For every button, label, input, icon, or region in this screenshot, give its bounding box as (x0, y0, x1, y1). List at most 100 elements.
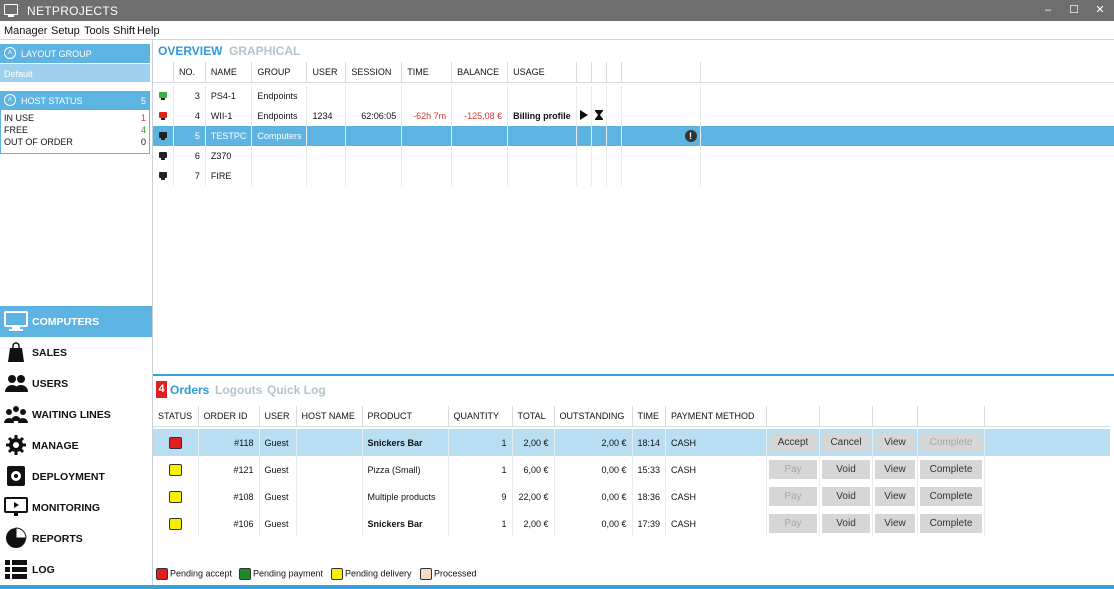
menu-manager[interactable]: Manager (4, 25, 47, 37)
col-extra[interactable] (621, 62, 701, 83)
nav-users[interactable]: USERS (0, 368, 152, 399)
host-balance (451, 86, 509, 106)
layout-group-header[interactable]: ˄ LAYOUT GROUP (0, 44, 150, 63)
col-extra[interactable] (576, 62, 592, 83)
order-payment-method: CASH (665, 483, 768, 510)
pay-button[interactable]: Pay (769, 487, 818, 506)
host-row[interactable]: 3 PS4-1 Endpoints (153, 86, 1114, 106)
pay-button[interactable]: Pay (769, 514, 818, 533)
col-balance[interactable]: BALANCE (451, 62, 509, 83)
order-row[interactable]: #106 Guest Snickers Bar 1 2,00 € 0,00 € … (153, 510, 1110, 537)
menu-shift[interactable]: Shift (113, 25, 135, 37)
col-extra[interactable] (591, 62, 607, 83)
layout-group-default[interactable]: Default (0, 64, 150, 82)
deployment-icon (7, 466, 25, 486)
nav-reports[interactable]: REPORTS (0, 523, 152, 554)
col-usage[interactable]: USAGE (507, 62, 577, 83)
window-title: NETPROJECTS (27, 4, 119, 18)
col-payment-method[interactable]: PAYMENT METHOD (665, 406, 768, 427)
view-button[interactable]: View (875, 487, 916, 506)
nav-waiting-lines[interactable]: WAITING LINES (0, 399, 152, 430)
complete-button[interactable]: Complete (920, 433, 983, 452)
col-no[interactable]: NO. (173, 62, 206, 83)
order-product: Snickers Bar (362, 510, 449, 537)
col-extra[interactable] (606, 62, 622, 83)
nav-monitoring[interactable]: MONITORING (0, 492, 152, 523)
nav-manage[interactable]: MANAGE (0, 430, 152, 461)
status-row-out-of-order[interactable]: OUT OF ORDER 0 (4, 137, 147, 147)
order-row[interactable]: #108 Guest Multiple products 9 22,00 € 0… (153, 483, 1110, 510)
col-total[interactable]: TOTAL (512, 406, 555, 427)
close-button[interactable]: ✕ (1090, 2, 1110, 18)
host-user (306, 126, 347, 146)
order-total: 2,00 € (512, 510, 555, 537)
sidebar: ˄ LAYOUT GROUP Default ˄ HOST STATUS 5 I… (0, 40, 153, 589)
play-icon[interactable] (579, 110, 589, 120)
minimize-button[interactable]: – (1038, 2, 1058, 18)
maximize-button[interactable]: ☐ (1064, 2, 1084, 18)
tab-overview[interactable]: OVERVIEW (158, 44, 222, 58)
complete-button[interactable]: Complete (920, 514, 983, 533)
host-user (306, 86, 347, 106)
order-row[interactable]: #121 Guest Pizza (Small) 1 6,00 € 0,00 €… (153, 456, 1110, 483)
hourglass-icon[interactable] (594, 110, 604, 120)
nav-sales[interactable]: SALES (0, 337, 152, 368)
view-button[interactable]: View (875, 460, 916, 479)
complete-button[interactable]: Complete (920, 460, 983, 479)
order-row[interactable]: #118 Guest Snickers Bar 1 2,00 € 2,00 € … (153, 429, 1110, 456)
menu-bar: Manager Setup Tools Shift Help (0, 21, 1114, 40)
tab-orders[interactable]: Orders (170, 383, 209, 397)
host-no: 4 (173, 106, 206, 126)
col-user[interactable]: USER (306, 62, 347, 83)
col-user[interactable]: USER (259, 406, 297, 427)
nav-deployment[interactable]: DEPLOYMENT (0, 461, 152, 492)
order-outstanding: 0,00 € (554, 510, 633, 537)
col-name[interactable]: NAME (205, 62, 253, 83)
col-quantity[interactable]: QUANTITY (448, 406, 513, 427)
status-row-free[interactable]: FREE 4 (4, 125, 147, 135)
cancel-button[interactable]: Cancel (822, 433, 871, 452)
main-area: OVERVIEW GRAPHICAL NO. NAME GROUP USER S… (153, 40, 1114, 589)
queue-icon (4, 406, 28, 423)
view-button[interactable]: View (875, 433, 916, 452)
complete-button[interactable]: Complete (920, 487, 983, 506)
col-status[interactable] (153, 62, 174, 83)
nav-computers[interactable]: COMPUTERS (0, 306, 152, 337)
view-button[interactable]: View (875, 514, 916, 533)
col-time[interactable]: TIME (401, 62, 453, 83)
tab-graphical[interactable]: GRAPHICAL (229, 44, 300, 58)
void-button[interactable]: Void (822, 487, 871, 506)
host-name: WII-1 (205, 106, 253, 126)
tab-logouts[interactable]: Logouts (215, 383, 262, 397)
menu-help[interactable]: Help (137, 25, 160, 37)
host-row[interactable]: 4 WII-1 Endpoints 1234 62:06:05 -62h 7m … (153, 106, 1114, 126)
col-outstanding[interactable]: OUTSTANDING (554, 406, 633, 427)
host-row[interactable]: 6 Z370 (153, 146, 1114, 166)
accept-button[interactable]: Accept (769, 433, 818, 452)
host-row[interactable]: 5 TESTPC Computers ! (153, 126, 1114, 146)
collapse-icon: ˄ (4, 94, 16, 106)
col-group[interactable]: GROUP (251, 62, 308, 83)
col-filler (700, 62, 1114, 83)
status-label: IN USE (4, 113, 35, 123)
order-payment-method: CASH (665, 510, 768, 537)
menu-setup[interactable]: Setup (51, 25, 80, 37)
host-group (251, 166, 308, 186)
col-order-id[interactable]: ORDER ID (198, 406, 260, 427)
col-product[interactable]: PRODUCT (362, 406, 449, 427)
host-row[interactable]: 7 FIRE (153, 166, 1114, 186)
void-button[interactable]: Void (822, 460, 871, 479)
menu-tools[interactable]: Tools (84, 25, 110, 37)
status-value: 4 (140, 125, 146, 135)
host-status-header[interactable]: ˄ HOST STATUS 5 (0, 91, 150, 110)
col-host-name[interactable]: HOST NAME (296, 406, 363, 427)
status-row-in-use[interactable]: IN USE 1 (4, 113, 147, 123)
alert-icon[interactable]: ! (684, 130, 697, 142)
col-time[interactable]: TIME (632, 406, 667, 427)
nav-log[interactable]: LOG (0, 554, 152, 585)
col-session[interactable]: SESSION (345, 62, 403, 83)
tab-quick-log[interactable]: Quick Log (267, 383, 326, 397)
col-status[interactable]: STATUS (153, 406, 199, 427)
pay-button[interactable]: Pay (769, 460, 818, 479)
void-button[interactable]: Void (822, 514, 871, 533)
